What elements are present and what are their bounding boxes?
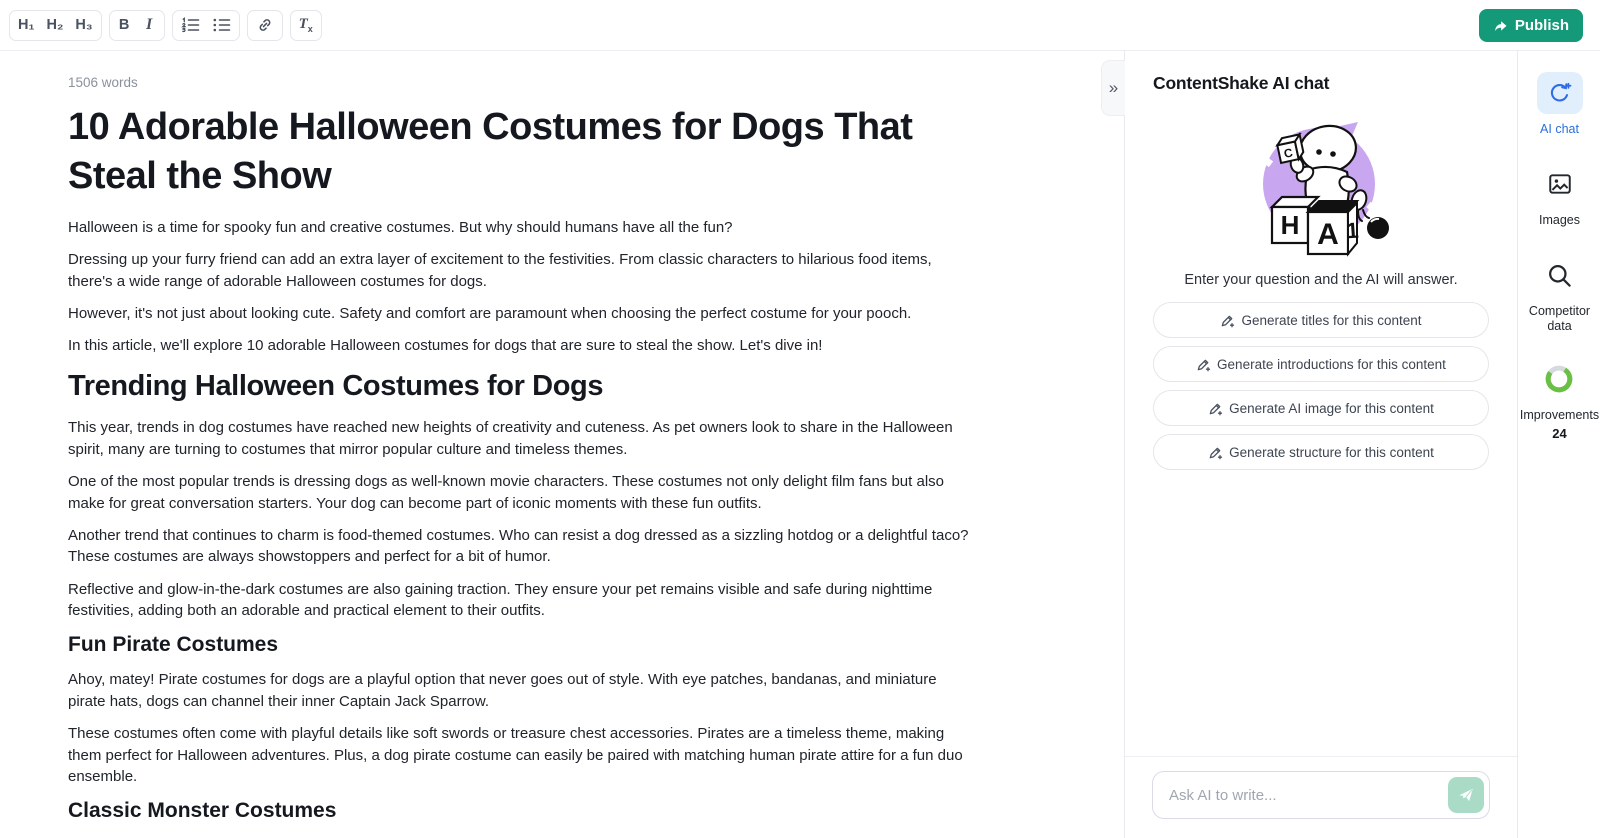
improvements-count: 24 — [1552, 426, 1566, 441]
generate-ai-image-button[interactable]: Generate AI image for this content — [1153, 390, 1489, 426]
action-label: Generate titles for this content — [1241, 313, 1421, 328]
pencil-sparkle-icon — [1208, 445, 1223, 460]
bullet-list-button[interactable] — [206, 12, 237, 39]
publish-button[interactable]: Publish — [1479, 9, 1583, 42]
right-sidebar: AI chat Images Competitor data I — [1519, 51, 1600, 838]
link-icon — [256, 16, 274, 34]
clear-formatting-icon: Tx — [299, 16, 313, 34]
sidebar-item-competitor-data[interactable]: Competitor data — [1519, 254, 1600, 334]
ordered-list-button[interactable] — [175, 12, 206, 39]
bold-button[interactable]: B — [112, 12, 137, 39]
sidebar-label-ai-chat: AI chat — [1540, 122, 1579, 137]
clear-format-group: Tx — [290, 10, 322, 41]
svg-text:H: H — [1281, 210, 1300, 240]
ai-chat-icon-box — [1537, 72, 1583, 114]
formatting-toolbar: H₁ H₂ H₃ B I — [9, 10, 322, 41]
article-body[interactable]: 10 Adorable Halloween Costumes for Dogs … — [68, 103, 1124, 824]
heading-group: H₁ H₂ H₃ — [9, 10, 102, 41]
sidebar-item-ai-chat[interactable]: AI chat — [1537, 72, 1583, 137]
collapse-panel-button[interactable]: » — [1101, 60, 1125, 116]
bullet-list-icon — [212, 17, 231, 33]
sidebar-label-images: Images — [1539, 213, 1580, 228]
word-count: 1506 words — [68, 75, 1124, 90]
publish-label: Publish — [1515, 17, 1569, 34]
sidebar-label-competitor-data: Competitor data — [1519, 304, 1600, 334]
action-label: Generate introductions for this content — [1217, 357, 1446, 372]
action-label: Generate AI image for this content — [1229, 401, 1434, 416]
heading1-button[interactable]: H₁ — [12, 12, 40, 39]
competitor-data-icon-box — [1537, 254, 1583, 296]
improvements-icon-box — [1536, 358, 1582, 400]
chat-panel-title: ContentShake AI chat — [1153, 73, 1517, 94]
ai-chat-panel: » ContentShake AI chat C — [1125, 51, 1518, 838]
top-toolbar: H₁ H₂ H₃ B I — [0, 0, 1600, 51]
paragraph[interactable]: Halloween is a time for spooky fun and c… — [68, 217, 973, 239]
clear-formatting-button[interactable]: Tx — [293, 12, 319, 39]
italic-button[interactable]: I — [137, 12, 162, 39]
paragraph[interactable]: One of the most popular trends is dressi… — [68, 471, 973, 514]
paragraph[interactable]: These costumes often come with playful d… — [68, 723, 973, 788]
paragraph[interactable]: Reflective and glow-in-the-dark costumes… — [68, 579, 973, 622]
chat-input-footer — [1125, 756, 1517, 838]
paragraph[interactable]: This year, trends in dog costumes have r… — [68, 417, 973, 460]
generate-structure-button[interactable]: Generate structure for this content — [1153, 434, 1489, 470]
subsection-heading-pirate[interactable]: Fun Pirate Costumes — [68, 632, 1124, 658]
sidebar-item-images[interactable]: Images — [1537, 163, 1583, 228]
paragraph[interactable]: Another trend that continues to charm is… — [68, 525, 973, 568]
article-editor[interactable]: 1506 words 10 Adorable Halloween Costume… — [0, 51, 1125, 838]
sidebar-label-improvements: Improvements — [1520, 408, 1599, 423]
images-icon — [1547, 171, 1573, 197]
robot-illustration: C H A 1 — [1245, 110, 1397, 260]
publish-arrow-icon — [1493, 19, 1508, 33]
link-button[interactable] — [250, 12, 280, 39]
heading3-button[interactable]: H₃ — [69, 12, 98, 39]
pencil-sparkle-icon — [1220, 313, 1235, 328]
list-group — [172, 10, 240, 41]
sidebar-item-improvements[interactable]: Improvements 24 — [1520, 358, 1599, 441]
svg-text:1: 1 — [1345, 218, 1359, 244]
subsection-heading-monster[interactable]: Classic Monster Costumes — [68, 798, 1124, 824]
images-icon-box — [1537, 163, 1583, 205]
ordered-list-icon — [181, 17, 200, 33]
generate-actions: Generate titles for this content Generat… — [1125, 302, 1517, 470]
generate-introductions-button[interactable]: Generate introductions for this content — [1153, 346, 1489, 382]
generate-titles-button[interactable]: Generate titles for this content — [1153, 302, 1489, 338]
paragraph[interactable]: Ahoy, matey! Pirate costumes for dogs ar… — [68, 669, 973, 712]
chat-prompt-text: Enter your question and the AI will answ… — [1125, 272, 1517, 288]
chevron-right-icon: » — [1109, 78, 1118, 98]
ask-ai-input[interactable] — [1152, 771, 1490, 819]
send-button[interactable] — [1448, 777, 1484, 813]
send-plane-icon — [1457, 786, 1475, 804]
paragraph[interactable]: In this article, we'll explore 10 adorab… — [68, 335, 973, 357]
link-group — [247, 10, 283, 41]
style-group: B I — [109, 10, 165, 41]
heading2-button[interactable]: H₂ — [40, 12, 69, 39]
pencil-sparkle-icon — [1208, 401, 1223, 416]
svg-text:A: A — [1317, 218, 1339, 251]
improvements-donut-icon — [1544, 364, 1574, 394]
italic-icon: I — [146, 16, 152, 34]
action-label: Generate structure for this content — [1229, 445, 1434, 460]
pencil-sparkle-icon — [1196, 357, 1211, 372]
ai-chat-icon — [1547, 81, 1572, 106]
robot-illustration-wrap: C H A 1 — [1125, 110, 1517, 260]
search-icon — [1546, 262, 1573, 289]
paragraph[interactable]: However, it's not just about looking cut… — [68, 303, 973, 325]
section-heading-trending[interactable]: Trending Halloween Costumes for Dogs — [68, 368, 1124, 404]
paragraph[interactable]: Dressing up your furry friend can add an… — [68, 249, 973, 292]
article-title[interactable]: 10 Adorable Halloween Costumes for Dogs … — [68, 103, 963, 201]
